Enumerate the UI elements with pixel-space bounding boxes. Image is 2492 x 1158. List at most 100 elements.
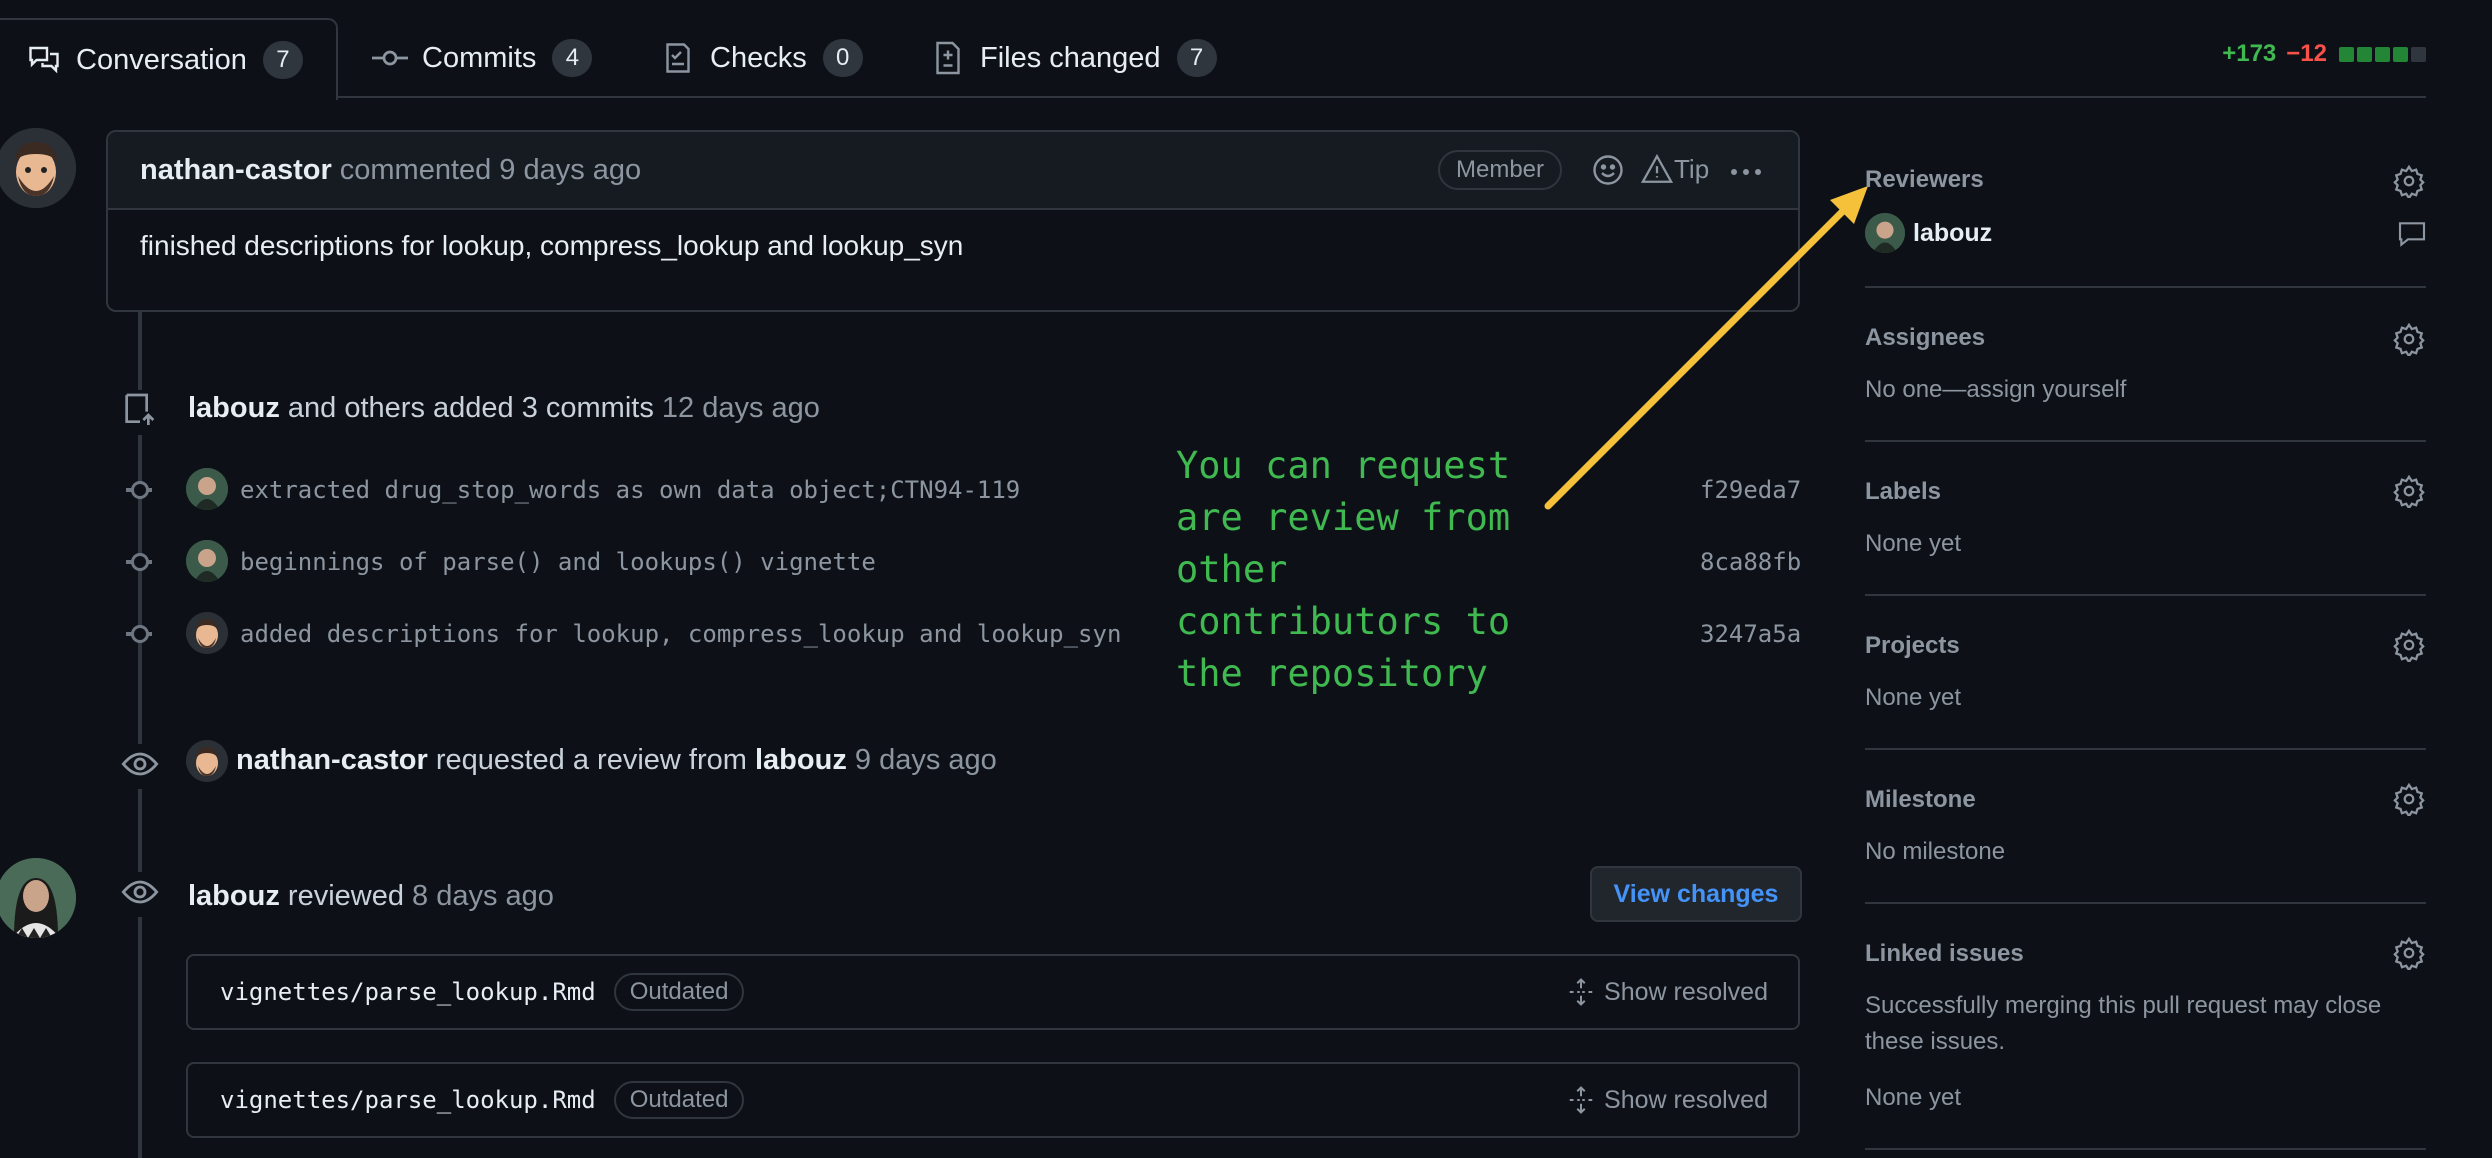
diffstat: +173 −12 [2222, 40, 2426, 68]
event-text: reviewed [287, 880, 404, 912]
commit-sha[interactable]: 8ca88fb [1700, 548, 1801, 576]
gear-icon[interactable] [2392, 782, 2426, 819]
assignees-value[interactable]: No one—assign yourself [1865, 376, 2126, 404]
diffstat-block [2411, 46, 2426, 62]
outdated-badge: Outdated [613, 1081, 745, 1119]
gear-icon[interactable] [2392, 628, 2426, 665]
tab-label: Conversation [76, 43, 247, 76]
avatar[interactable] [0, 128, 76, 208]
show-resolved-button[interactable]: Show resolved [1566, 977, 1768, 1007]
diffstat-block [2357, 46, 2372, 62]
linked-issues-description: these issues. [1865, 1028, 2006, 1055]
avatar[interactable] [1865, 213, 1905, 253]
eye-icon [120, 744, 160, 789]
reviewers-title[interactable]: Reviewers [1865, 166, 1984, 194]
tab-checks[interactable]: Checks 0 [660, 18, 863, 98]
avatar[interactable] [186, 468, 228, 510]
event-text: and others added 3 commits [287, 392, 654, 424]
tab-counter: 7 [1176, 39, 1217, 77]
commit-sha[interactable]: 3247a5a [1700, 620, 1801, 648]
show-resolved-label: Show resolved [1604, 977, 1768, 1006]
comment-action: commented [339, 153, 492, 186]
review-request-event: nathan-castor requested a review from la… [236, 744, 997, 777]
outdated-badge: Outdated [613, 973, 745, 1011]
view-changes-button[interactable]: View changes [1590, 866, 1802, 922]
tab-counter: 7 [262, 41, 303, 79]
diffstat-deletions: −12 [2286, 40, 2327, 67]
push-icon [120, 390, 160, 435]
sidebar-divider [1865, 1148, 2426, 1150]
review-event: labouz reviewed 8 days ago [188, 880, 554, 913]
file-path[interactable]: vignettes/parse_lookup.Rmd [220, 1086, 596, 1114]
comment-time[interactable]: 9 days ago [499, 154, 641, 187]
eye-icon [120, 872, 160, 917]
sidebar-divider [1865, 748, 2426, 750]
conversation-icon [26, 42, 62, 78]
sidebar-divider [1865, 286, 2426, 288]
comment-icon[interactable] [2396, 218, 2428, 255]
reviewer-name[interactable]: labouz [1913, 219, 1992, 248]
commit-icon [372, 40, 408, 76]
avatar[interactable] [186, 540, 228, 582]
tab-commits[interactable]: Commits 4 [372, 18, 593, 98]
linked-issues-title[interactable]: Linked issues [1865, 940, 2024, 968]
assignees-title[interactable]: Assignees [1865, 324, 1985, 352]
commit-message[interactable]: extracted drug_stop_words as own data ob… [240, 476, 1020, 504]
file-path[interactable]: vignettes/parse_lookup.Rmd [220, 978, 596, 1006]
tab-counter: 4 [552, 39, 593, 77]
annotation-arrow [1544, 186, 1868, 510]
gear-icon[interactable] [2392, 322, 2426, 359]
review-file: vignettes/parse_lookup.Rmd Outdated Show… [186, 1062, 1800, 1138]
tab-files-changed[interactable]: Files changed 7 [930, 18, 1217, 98]
file-diff-icon [930, 40, 966, 76]
review-file: vignettes/parse_lookup.Rmd Outdated Show… [186, 954, 1800, 1030]
commits-event: labouz and others added 3 commits 12 day… [188, 392, 820, 425]
avatar[interactable] [186, 612, 228, 654]
event-reviewer[interactable]: labouz [755, 744, 847, 776]
labels-title[interactable]: Labels [1865, 478, 1941, 506]
commit-dot [126, 481, 152, 499]
tab-counter: 0 [822, 39, 863, 77]
sidebar-divider [1865, 902, 2426, 904]
diffstat-block [2375, 46, 2390, 62]
show-resolved-button[interactable]: Show resolved [1566, 1085, 1768, 1115]
annotation-text: You can request are review from other co… [1176, 444, 1511, 695]
event-time[interactable]: 9 days ago [855, 744, 997, 776]
event-time[interactable]: 12 days ago [662, 392, 820, 424]
gear-icon[interactable] [2392, 474, 2426, 511]
unfold-icon [1569, 978, 1593, 1006]
timeline-line [138, 312, 142, 1158]
avatar[interactable] [186, 740, 228, 782]
gear-icon[interactable] [2392, 164, 2426, 201]
diffstat-blocks [2339, 46, 2426, 62]
linked-issues-value: None yet [1865, 1084, 1962, 1111]
commit-message[interactable]: added descriptions for lookup, compress_… [240, 620, 1121, 648]
projects-title[interactable]: Projects [1865, 632, 1960, 660]
unfold-icon [1569, 1086, 1593, 1114]
linked-issues-description: Successfully merging this pull request m… [1865, 992, 2382, 1019]
tab-label: Files changed [980, 41, 1161, 74]
diffstat-block [2339, 46, 2354, 62]
avatar[interactable] [0, 858, 76, 938]
diffstat-additions: +173 [2222, 40, 2277, 67]
tab-label: Checks [710, 41, 807, 74]
tab-label: Commits [422, 41, 537, 74]
projects-value: None yet [1865, 684, 1962, 711]
sidebar-divider [1865, 594, 2426, 596]
gear-icon[interactable] [2392, 936, 2426, 973]
comment-author[interactable]: nathan-castor [140, 154, 332, 187]
commit-message[interactable]: beginnings of parse() and lookups() vign… [240, 548, 876, 576]
checks-icon [660, 40, 696, 76]
milestone-title[interactable]: Milestone [1865, 786, 1976, 814]
sidebar-divider [1865, 440, 2426, 442]
commit-dot [126, 553, 152, 571]
event-text: requested a review from [435, 744, 747, 776]
event-author[interactable]: labouz [188, 392, 280, 424]
event-time[interactable]: 8 days ago [412, 880, 554, 912]
event-author[interactable]: labouz [188, 880, 280, 912]
milestone-value: No milestone [1865, 838, 2006, 865]
event-author[interactable]: nathan-castor [236, 744, 428, 776]
comment-body: finished descriptions for lookup, compre… [140, 230, 964, 261]
labels-value: None yet [1865, 530, 1962, 557]
tab-conversation[interactable]: Conversation 7 [0, 18, 338, 100]
